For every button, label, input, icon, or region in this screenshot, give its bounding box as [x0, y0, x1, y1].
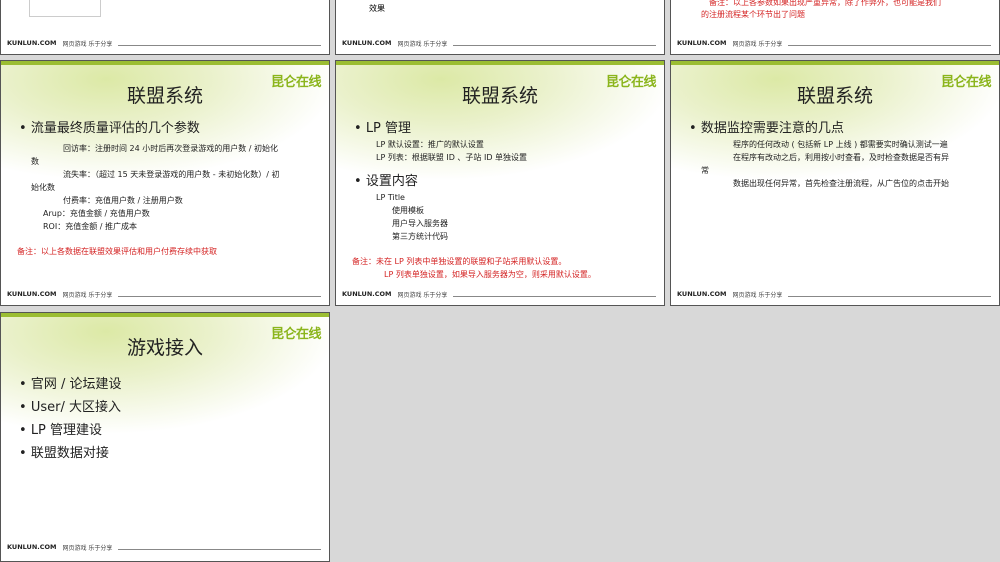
line: LP Title	[376, 193, 405, 202]
line: 始化数	[31, 183, 55, 192]
slide-alliance-lp[interactable]: 昆仑在线 联盟系统 LP 管理 LP 默认设置：推广的默认设置 LP 列表：根据…	[335, 60, 665, 306]
bullet-item: 联盟数据对接	[19, 442, 317, 461]
slide-partial-right[interactable]: 备注：以上各参数如果出现严重异常，除了作弊外，也可能是我们 的注册流程某个环节出…	[670, 0, 1000, 55]
line: 用户导入服务器	[392, 219, 448, 228]
line: 常	[701, 166, 709, 175]
bullet-heading: LP 管理	[354, 117, 652, 136]
line: 使用模板	[392, 206, 424, 215]
note: LP 列表单独设置，如果导入服务器为空，则采用默认设置。	[384, 270, 596, 279]
slide-alliance-quality[interactable]: 昆仑在线 联盟系统 流量最终质量评估的几个参数 回访率：注册时间 24 小时后再…	[0, 60, 330, 306]
slide-title: 游戏接入	[126, 337, 203, 359]
line: ROI：充值金额 / 推广成本	[43, 222, 137, 231]
line: 数据出现任何异常，首先检查注册流程，从广告位的点击开始	[733, 179, 949, 188]
line: LP 列表：根据联盟 ID 、子站 ID 单独设置	[376, 153, 528, 162]
slide-game-integration[interactable]: 昆仑在线 游戏接入 官网 / 论坛建设 User/ 大区接入 LP 管理建设 联…	[0, 312, 330, 562]
slide-footer: KUNLUN.COM 网页游戏 乐于分享	[7, 288, 321, 300]
slide-footer: KUNLUN.COM 网页游戏 乐于分享	[677, 37, 991, 49]
partial-text: 效果	[369, 4, 385, 13]
footer-tagline: 网页游戏 乐于分享	[62, 40, 113, 48]
line: 付费率：充值用户数 / 注册用户数	[63, 196, 183, 205]
line: 回访率：注册时间 24 小时后再次登录游戏的用户数 / 初始化	[63, 144, 279, 153]
line: 第三方统计代码	[392, 232, 448, 241]
slide-title: 联盟系统	[126, 85, 203, 107]
logo-thumbnail	[29, 0, 101, 17]
partial-note: 备注：以上各参数如果出现严重异常，除了作弊外，也可能是我们 的注册流程某个环节出…	[701, 0, 941, 19]
line: 程序的任何改动 ( 包括新 LP 上线 ) 都需要实时确认测试一遍	[733, 140, 948, 149]
slide-partial-left[interactable]: KUNLUN.COM 网页游戏 乐于分享	[0, 0, 330, 55]
footer-brand: KUNLUN.COM	[7, 39, 57, 47]
line: 数	[31, 157, 39, 166]
note: 备注：未在 LP 列表中单独设置的联盟和子站采用默认设置。	[352, 257, 567, 266]
bullet-item: LP 管理建设	[19, 419, 317, 438]
slide-footer: KUNLUN.COM 网页游戏 乐于分享	[342, 37, 656, 49]
bullet-item: User/ 大区接入	[19, 396, 317, 415]
note: 备注：以上各数据在联盟效果评估和用户付费存续中获取	[17, 247, 217, 256]
line: LP 默认设置：推广的默认设置	[376, 140, 484, 149]
line: 流失率：（超过 15 天未登录游戏的用户数 - 未初始化数）/ 初	[63, 170, 280, 179]
line: 在程序有改动之后，利用按小时查看，及时检查数据是否有异	[733, 153, 949, 162]
slide-footer: KUNLUN.COM 网页游戏 乐于分享	[7, 37, 321, 49]
bullet-heading: 设置内容	[354, 170, 652, 189]
slide-footer: KUNLUN.COM 网页游戏 乐于分享	[7, 541, 321, 553]
slide-alliance-monitoring[interactable]: 昆仑在线 联盟系统 数据监控需要注意的几点 程序的任何改动 ( 包括新 LP 上…	[670, 60, 1000, 306]
slide-title: 联盟系统	[796, 85, 873, 107]
slide-footer: KUNLUN.COM 网页游戏 乐于分享	[342, 288, 656, 300]
slide-footer: KUNLUN.COM 网页游戏 乐于分享	[677, 288, 991, 300]
slide-title: 联盟系统	[461, 85, 538, 107]
line: Arup：充值金额 / 充值用户数	[43, 209, 150, 218]
slide-partial-middle[interactable]: 效果 KUNLUN.COM 网页游戏 乐于分享	[335, 0, 665, 55]
bullet-item: 官网 / 论坛建设	[19, 373, 317, 392]
footer-line	[118, 44, 321, 46]
bullet-heading: 流量最终质量评估的几个参数	[19, 117, 317, 136]
bullet-heading: 数据监控需要注意的几点	[689, 117, 987, 136]
